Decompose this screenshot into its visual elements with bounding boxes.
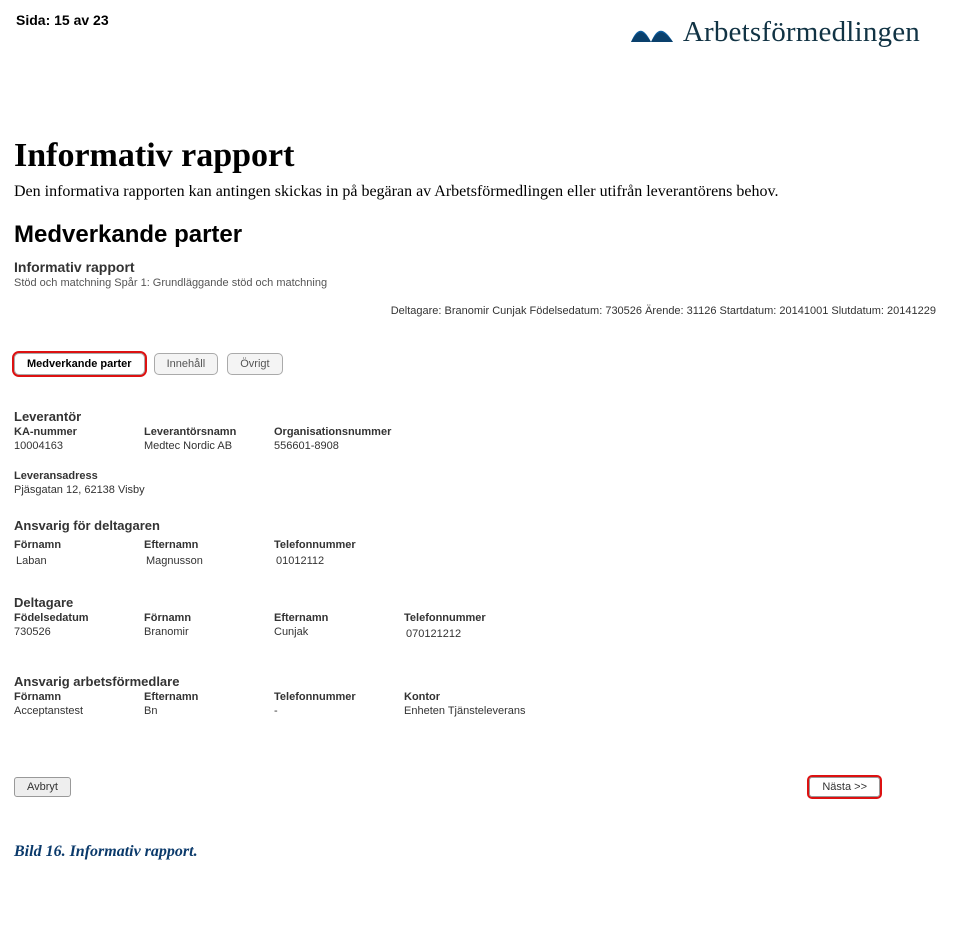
field-leveransadress: Leveransadress Pjäsgatan 12, 62138 Visby — [14, 470, 940, 496]
field-ansvarig-fornamn: Förnamn Laban — [14, 539, 144, 567]
label-ansvarig-efternamn: Efternamn — [144, 539, 274, 551]
value-formedlare-telefon: - — [274, 705, 404, 717]
value-formedlare-kontor: Enheten Tjänsteleverans — [404, 705, 574, 717]
group-title-deltagare: Deltagare — [14, 595, 940, 610]
cancel-button[interactable]: Avbryt — [14, 777, 71, 797]
value-ansvarig-telefon: 01012112 — [276, 555, 404, 567]
form-title: Informativ rapport — [14, 259, 940, 275]
tab-innehall[interactable]: Innehåll — [154, 353, 219, 375]
section-title: Informativ rapport — [14, 137, 942, 175]
label-orgnr: Organisationsnummer — [274, 426, 444, 438]
brand-mark-icon — [629, 20, 675, 46]
label-formedlare-fornamn: Förnamn — [14, 691, 144, 703]
group-ansvarig: Ansvarig för deltagaren Förnamn Laban Ef… — [14, 518, 940, 571]
participant-summary-line: Deltagare: Branomir Cunjak Födelsedatum:… — [14, 305, 936, 317]
group-title-formedlare: Ansvarig arbetsförmedlare — [14, 674, 940, 689]
label-formedlare-kontor: Kontor — [404, 691, 574, 703]
group-title-leverantor: Leverantör — [14, 409, 940, 424]
tab-row: Medverkande parter Innehåll Övrigt — [14, 353, 940, 375]
field-formedlare-kontor: Kontor Enheten Tjänsteleverans — [404, 691, 574, 717]
brand-text: Arbetsförmedlingen — [683, 16, 920, 49]
value-ansvarig-efternamn: Magnusson — [146, 555, 274, 567]
group-deltagare: Deltagare Födelsedatum 730526 Förnamn Br… — [14, 595, 940, 644]
group-title-ansvarig: Ansvarig för deltagaren — [14, 518, 940, 533]
field-ansvarig-telefon: Telefonnummer 01012112 — [274, 539, 404, 567]
label-formedlare-efternamn: Efternamn — [144, 691, 274, 703]
form-subtitle: Stöd och matchning Spår 1: Grundläggande… — [14, 277, 940, 289]
value-formedlare-fornamn: Acceptanstest — [14, 705, 144, 717]
brand-logo: Arbetsförmedlingen — [629, 16, 920, 49]
page-counter: Sida: 15 av 23 — [16, 12, 109, 28]
value-leveransadress: Pjäsgatan 12, 62138 Visby — [14, 484, 940, 496]
group-formedlare: Ansvarig arbetsförmedlare Förnamn Accept… — [14, 674, 940, 721]
field-deltagare-telefon: Telefonnummer 070121212 — [404, 612, 534, 640]
value-ansvarig-fornamn: Laban — [16, 555, 144, 567]
tab-medverkande-parter[interactable]: Medverkande parter — [14, 353, 145, 375]
label-leveransadress: Leveransadress — [14, 470, 940, 482]
field-formedlare-efternamn: Efternamn Bn — [144, 691, 274, 717]
form-footer-buttons: Avbryt Nästa >> — [14, 777, 940, 797]
value-orgnr: 556601-8908 — [274, 440, 444, 452]
label-formedlare-telefon: Telefonnummer — [274, 691, 404, 703]
label-ka-nummer: KA-nummer — [14, 426, 144, 438]
label-ansvarig-telefon: Telefonnummer — [274, 539, 404, 551]
value-ka-nummer: 10004163 — [14, 440, 144, 452]
value-deltagare-efternamn: Cunjak — [274, 626, 404, 638]
label-deltagare-fornamn: Förnamn — [144, 612, 274, 624]
tab-ovrigt[interactable]: Övrigt — [227, 353, 282, 375]
value-deltagare-telefon: 070121212 — [406, 628, 534, 640]
figure-caption: Bild 16. Informativ rapport. — [14, 843, 942, 861]
value-deltagare-dob: 730526 — [14, 626, 144, 638]
label-leverantorsnamn: Leverantörsnamn — [144, 426, 274, 438]
form-screenshot-area: Informativ rapport Stöd och matchning Sp… — [14, 259, 940, 797]
field-ka-nummer: KA-nummer 10004163 — [14, 426, 144, 452]
field-formedlare-telefon: Telefonnummer - — [274, 691, 404, 717]
field-leverantorsnamn: Leverantörsnamn Medtec Nordic AB — [144, 426, 274, 452]
next-button[interactable]: Nästa >> — [809, 777, 880, 797]
field-ansvarig-efternamn: Efternamn Magnusson — [144, 539, 274, 567]
value-leverantorsnamn: Medtec Nordic AB — [144, 440, 274, 452]
field-orgnr: Organisationsnummer 556601-8908 — [274, 426, 444, 452]
field-deltagare-efternamn: Efternamn Cunjak — [274, 612, 404, 640]
group-leverantor: Leverantör KA-nummer 10004163 Leverantör… — [14, 409, 940, 496]
section-description: Den informativa rapporten kan antingen s… — [14, 181, 942, 203]
label-ansvarig-fornamn: Förnamn — [14, 539, 144, 551]
label-deltagare-telefon: Telefonnummer — [404, 612, 534, 624]
label-deltagare-dob: Födelsedatum — [14, 612, 144, 624]
subsection-title: Medverkande parter — [14, 221, 942, 249]
label-deltagare-efternamn: Efternamn — [274, 612, 404, 624]
value-deltagare-fornamn: Branomir — [144, 626, 274, 638]
value-formedlare-efternamn: Bn — [144, 705, 274, 717]
field-formedlare-fornamn: Förnamn Acceptanstest — [14, 691, 144, 717]
field-deltagare-fornamn: Förnamn Branomir — [144, 612, 274, 640]
field-deltagare-dob: Födelsedatum 730526 — [14, 612, 144, 640]
